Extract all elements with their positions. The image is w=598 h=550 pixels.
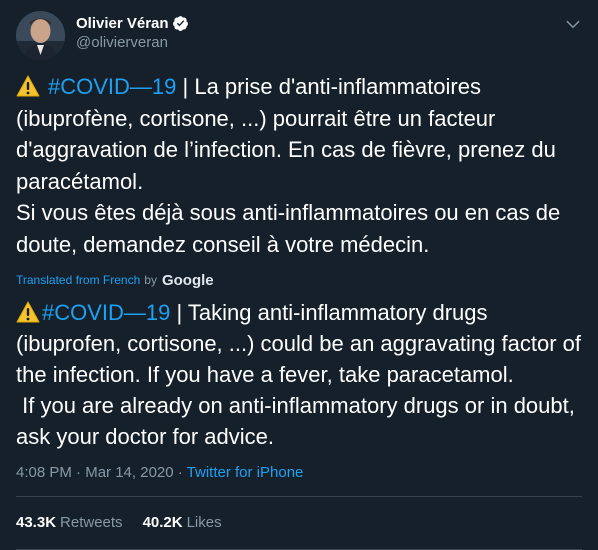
tweet-body: | La prise d'anti-inflammatoires (ibupro…: [16, 74, 561, 257]
google-logo: Google: [161, 271, 214, 289]
display-name[interactable]: Olivier Véran: [76, 14, 169, 33]
meta-separator: ·: [71, 464, 86, 481]
translation-text: #COVID—19 | Taking anti-inflammatory dru…: [16, 297, 582, 452]
user-handle[interactable]: @olivierveran: [76, 33, 189, 53]
tweet-header: Olivier Véran @olivierveran: [16, 11, 582, 61]
meta-separator: ·: [173, 464, 187, 481]
likes-stat[interactable]: 40.2K Likes: [143, 513, 222, 533]
translation-hashtag-link[interactable]: #COVID—19: [42, 300, 170, 325]
verified-badge-icon: [172, 16, 188, 31]
tweet-time[interactable]: 4:08 PM: [16, 464, 72, 481]
tweet-date[interactable]: Mar 14, 2020: [85, 464, 173, 481]
retweets-label: Retweets: [60, 514, 123, 531]
retweets-count: 43.3K: [16, 514, 57, 531]
avatar[interactable]: [16, 11, 65, 60]
tweet-card: Olivier Véran @olivierveran #COVID—19 | …: [0, 0, 598, 550]
hashtag-link[interactable]: #COVID—19: [48, 74, 176, 99]
tweet-meta: 4:08 PM · Mar 14, 2020 · Twitter for iPh…: [16, 463, 303, 483]
retweets-stat[interactable]: 43.3K Retweets: [16, 513, 123, 533]
tweet-source-link[interactable]: Twitter for iPhone: [187, 464, 304, 481]
tweet-text: #COVID—19 | La prise d'anti-inflammatoir…: [16, 71, 582, 260]
likes-label: Likes: [186, 514, 222, 531]
chevron-down-icon[interactable]: [564, 15, 582, 33]
warning-icon: [16, 75, 40, 97]
translated-label: Translated from French: [16, 273, 141, 287]
by-label: by: [144, 273, 157, 287]
divider: [16, 496, 582, 497]
likes-count: 40.2K: [142, 514, 183, 531]
name-block: Olivier Véran @olivierveran: [76, 14, 189, 53]
translated-from-link[interactable]: Translated from French by Google: [16, 270, 214, 290]
tweet-stats: 43.3K Retweets 40.2K Likes: [16, 513, 242, 533]
warning-icon: [16, 301, 40, 323]
